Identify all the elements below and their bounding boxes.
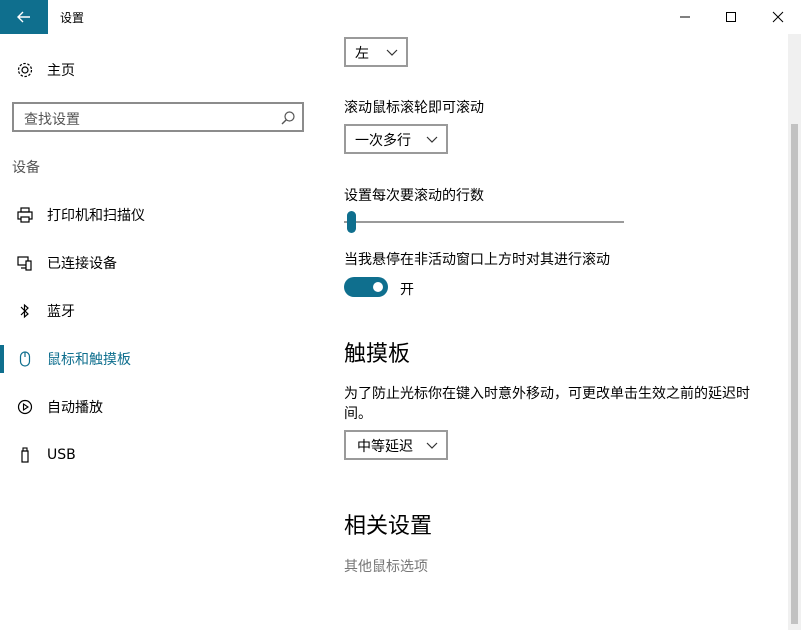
primary-button-dropdown[interactable]: 左 <box>344 37 408 67</box>
sidebar-item-bluetooth[interactable]: 蓝牙 <box>0 294 320 328</box>
mouse-icon <box>15 349 35 369</box>
window-title: 设置 <box>60 11 85 25</box>
sidebar-item-label: USB <box>47 447 76 463</box>
scroll-wheel-dropdown[interactable]: 一次多行 <box>344 124 448 154</box>
dropdown-value: 中等延迟 <box>357 439 413 455</box>
connected-devices-icon <box>15 253 35 273</box>
sidebar-item-mouse-touchpad[interactable]: 鼠标和触摸板 <box>0 342 320 376</box>
sidebar-item-autoplay[interactable]: 自动播放 <box>0 390 320 424</box>
dropdown-value: 一次多行 <box>355 133 411 149</box>
search-input[interactable]: 查找设置 <box>12 102 304 132</box>
sidebar-item-label: 已连接设备 <box>47 256 117 272</box>
lines-slider-thumb[interactable] <box>347 211 356 233</box>
dropdown-value: 左 <box>355 46 369 62</box>
sidebar-item-label: 鼠标和触摸板 <box>47 352 131 368</box>
sidebar-item-connected-devices[interactable]: 已连接设备 <box>0 246 320 280</box>
main-content: 左 滚动鼠标滚轮即可滚动 一次多行 设置每次要滚动的行数 当我悬停在非活动窗口上… <box>326 34 786 630</box>
scroll-wheel-label: 滚动鼠标滚轮即可滚动 <box>344 100 484 116</box>
toggle-state-label: 开 <box>400 282 414 298</box>
touchpad-description: 为了防止光标你在键入时意外移动，可更改单击生效之前的延迟时间。 <box>344 386 750 422</box>
inactive-scroll-toggle[interactable] <box>344 277 388 297</box>
gear-icon <box>15 60 35 80</box>
search-icon <box>281 111 295 125</box>
autoplay-icon <box>15 397 35 417</box>
chevron-down-icon <box>386 49 398 56</box>
close-button[interactable] <box>755 0 801 34</box>
minimize-icon <box>680 16 690 18</box>
sidebar-item-home[interactable]: 主页 <box>0 53 320 87</box>
sidebar-item-printers[interactable]: 打印机和扫描仪 <box>0 198 320 232</box>
bluetooth-icon <box>15 301 35 321</box>
sidebar: 主页 查找设置 设备 打印机和扫描仪 已连接设备 蓝牙 鼠标和触摸板 自动播放 … <box>0 34 326 630</box>
touchpad-delay-dropdown[interactable]: 中等延迟 <box>344 430 448 460</box>
related-settings-heading: 相关设置 <box>344 514 433 539</box>
sidebar-item-label: 主页 <box>47 63 75 79</box>
scrollbar-thumb[interactable] <box>791 124 798 624</box>
title-bar: 设置 <box>0 0 801 34</box>
scrollbar[interactable] <box>788 34 801 630</box>
sidebar-item-label: 蓝牙 <box>47 304 75 320</box>
toggle-knob <box>373 282 383 292</box>
sidebar-item-label: 打印机和扫描仪 <box>47 208 145 224</box>
maximize-button[interactable] <box>708 0 754 34</box>
chevron-down-icon <box>426 136 438 143</box>
additional-mouse-options-link[interactable]: 其他鼠标选项 <box>344 556 428 576</box>
printer-icon <box>15 205 35 225</box>
back-button[interactable] <box>0 0 48 34</box>
minimize-button[interactable] <box>662 0 708 34</box>
search-placeholder: 查找设置 <box>24 112 80 128</box>
sidebar-item-label: 自动播放 <box>47 400 103 416</box>
section-header: 设备 <box>12 160 40 176</box>
touchpad-heading: 触摸板 <box>344 342 411 367</box>
close-icon <box>772 11 784 23</box>
usb-icon <box>15 445 35 465</box>
active-indicator <box>0 345 4 373</box>
maximize-icon <box>726 12 736 22</box>
sidebar-item-usb[interactable]: USB <box>0 438 320 472</box>
back-arrow-icon <box>17 11 30 23</box>
lines-slider-track[interactable] <box>344 221 624 223</box>
lines-to-scroll-label: 设置每次要滚动的行数 <box>344 188 484 204</box>
inactive-scroll-label: 当我悬停在非活动窗口上方时对其进行滚动 <box>344 252 610 268</box>
chevron-down-icon <box>426 442 438 449</box>
